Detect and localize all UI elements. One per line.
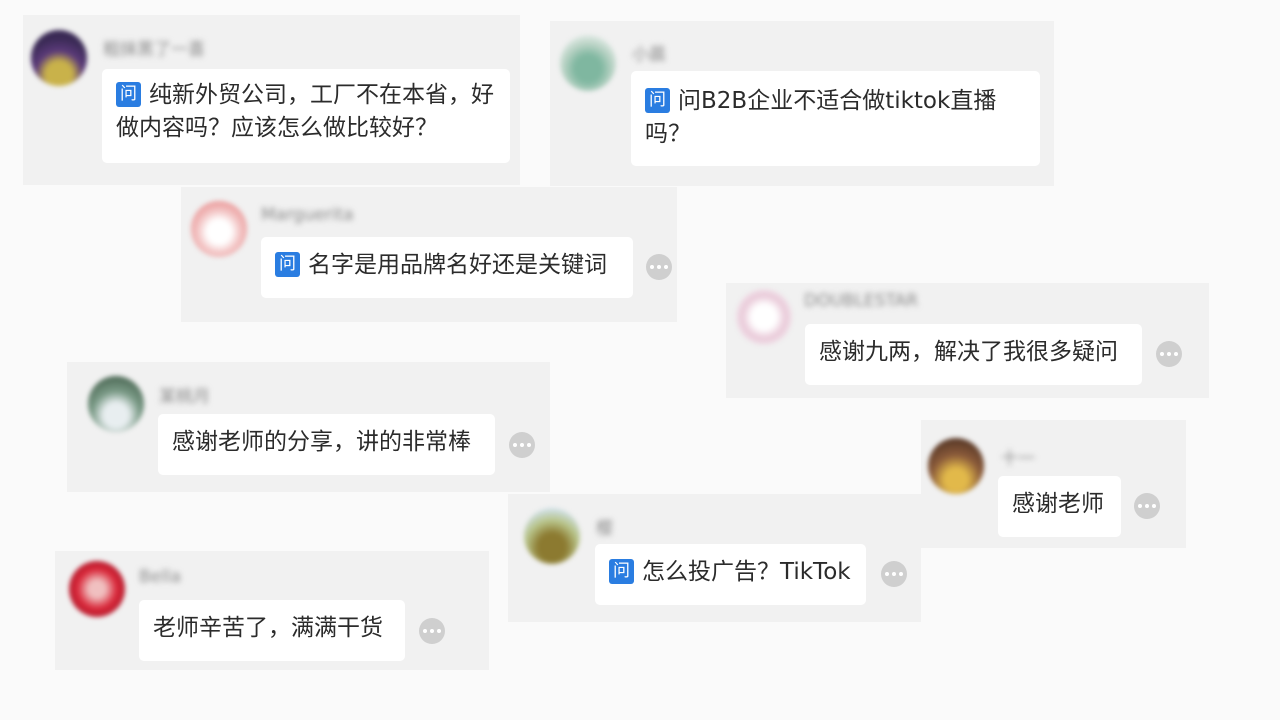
comment-text: 老师辛苦了，满满干货 — [153, 615, 383, 641]
comment-text: 感谢九两，解决了我很多疑问 — [819, 339, 1118, 365]
question-badge: 问 — [116, 82, 141, 107]
avatar[interactable] — [69, 561, 125, 617]
more-options-button[interactable] — [1156, 341, 1182, 367]
comment-card: DOUBLESTAR 感谢九两，解决了我很多疑问 — [726, 283, 1209, 398]
username: 某桃月 — [159, 387, 210, 407]
avatar[interactable] — [928, 438, 984, 494]
username: 粗抹黑了一喜 — [103, 40, 205, 60]
comment-card: 樱 问怎么投广告？TikTok — [508, 494, 921, 622]
comment-card: 十一 感谢老师 — [921, 420, 1186, 548]
comment-text: 纯新外贸公司，工厂不在本省，好做内容吗？应该怎么做比较好？ — [116, 82, 494, 141]
comment-card: 小晨 问问B2B企业不适合做tiktok直播吗？ — [550, 21, 1054, 186]
avatar[interactable] — [560, 35, 616, 91]
more-options-button[interactable] — [881, 561, 907, 587]
username: 樱 — [596, 519, 613, 539]
comment-text: 名字是用品牌名好还是关键词 — [308, 252, 607, 278]
more-options-button[interactable] — [419, 618, 445, 644]
comment-bubble: 问纯新外贸公司，工厂不在本省，好做内容吗？应该怎么做比较好？ — [102, 69, 510, 163]
comment-bubble: 感谢老师 — [998, 476, 1121, 537]
username: DOUBLESTAR — [804, 291, 919, 311]
comment-text: 感谢老师的分享，讲的非常棒 — [172, 429, 471, 455]
question-badge: 问 — [609, 559, 634, 584]
avatar[interactable] — [524, 508, 580, 564]
more-options-button[interactable] — [1134, 493, 1160, 519]
username: Bella — [139, 567, 181, 587]
username: Marguerita — [261, 205, 354, 225]
question-badge: 问 — [645, 88, 670, 113]
avatar[interactable] — [88, 376, 144, 432]
comment-card: Bella 老师辛苦了，满满干货 — [55, 551, 489, 670]
comment-card: 某桃月 感谢老师的分享，讲的非常棒 — [67, 362, 550, 492]
avatar[interactable] — [31, 30, 87, 86]
comment-bubble: 问怎么投广告？TikTok — [595, 544, 866, 605]
avatar[interactable] — [191, 201, 247, 257]
comment-bubble: 感谢老师的分享，讲的非常棒 — [158, 414, 495, 475]
username: 十一 — [1001, 449, 1035, 469]
comment-card: 粗抹黑了一喜 问纯新外贸公司，工厂不在本省，好做内容吗？应该怎么做比较好？ — [23, 15, 520, 185]
username: 小晨 — [632, 45, 666, 65]
comment-bubble: 老师辛苦了，满满干货 — [139, 600, 405, 661]
comment-text: 感谢老师 — [1012, 491, 1104, 517]
comment-bubble: 问问B2B企业不适合做tiktok直播吗？ — [631, 71, 1040, 166]
avatar[interactable] — [736, 289, 792, 345]
comment-text: 怎么投广告？TikTok — [642, 559, 851, 585]
comment-text: 问B2B企业不适合做tiktok直播吗？ — [645, 88, 997, 147]
question-badge: 问 — [275, 252, 300, 277]
more-options-button[interactable] — [646, 254, 672, 280]
comment-bubble: 感谢九两，解决了我很多疑问 — [805, 324, 1142, 385]
comment-card: Marguerita 问名字是用品牌名好还是关键词 — [181, 187, 677, 322]
comment-bubble: 问名字是用品牌名好还是关键词 — [261, 237, 633, 298]
more-options-button[interactable] — [509, 432, 535, 458]
